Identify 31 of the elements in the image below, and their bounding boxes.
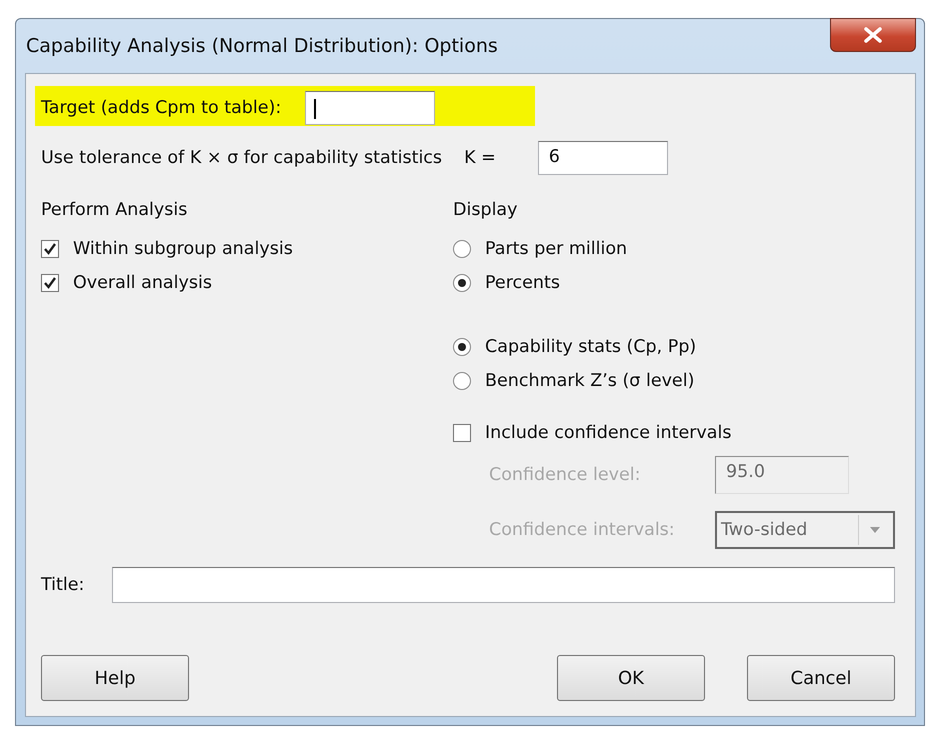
tolerance-label: Use tolerance of K × σ for capability statistics	[41, 148, 442, 168]
radio-label: Parts per million	[485, 239, 628, 259]
radio-button[interactable]	[453, 372, 471, 390]
title-field[interactable]	[112, 567, 895, 603]
confidence-level-label: Confidence level:	[489, 465, 642, 485]
radio-button[interactable]	[453, 338, 471, 356]
target-field[interactable]	[305, 91, 436, 125]
checkbox-label: Overall analysis	[73, 273, 212, 293]
checkbox[interactable]	[41, 240, 59, 258]
dropdown-arrow-icon	[870, 527, 880, 533]
close-button[interactable]	[830, 18, 916, 52]
radio-label: Benchmark Z’s (σ level)	[485, 371, 694, 391]
section-heading: Display	[453, 200, 519, 222]
dialog-button[interactable]: Cancel	[747, 655, 895, 701]
dialog-button[interactable]: OK	[557, 655, 705, 701]
close-icon	[863, 27, 883, 43]
checkbox-label: Include confidence intervals	[485, 423, 732, 443]
k-label: K =	[464, 148, 496, 168]
title-label: Title:	[41, 575, 84, 595]
checkbox[interactable]	[41, 274, 59, 292]
window-title: Capability Analysis (Normal Distribution): Options	[25, 35, 498, 57]
checkbox-label: Within subgroup analysis	[73, 239, 293, 259]
radio-button[interactable]	[453, 274, 471, 292]
radio-button[interactable]	[453, 240, 471, 258]
section-heading: Perform Analysis	[41, 200, 188, 222]
radio-label: Percents	[485, 273, 560, 293]
k-field[interactable]: 6	[538, 141, 668, 175]
confidence-intervals-label: Confidence intervals:	[489, 520, 676, 540]
target-label: Target (adds Cpm to table):	[41, 98, 282, 118]
radio-label: Capability stats (Cp, Pp)	[485, 337, 696, 357]
dialog-button[interactable]: Help	[41, 655, 189, 701]
